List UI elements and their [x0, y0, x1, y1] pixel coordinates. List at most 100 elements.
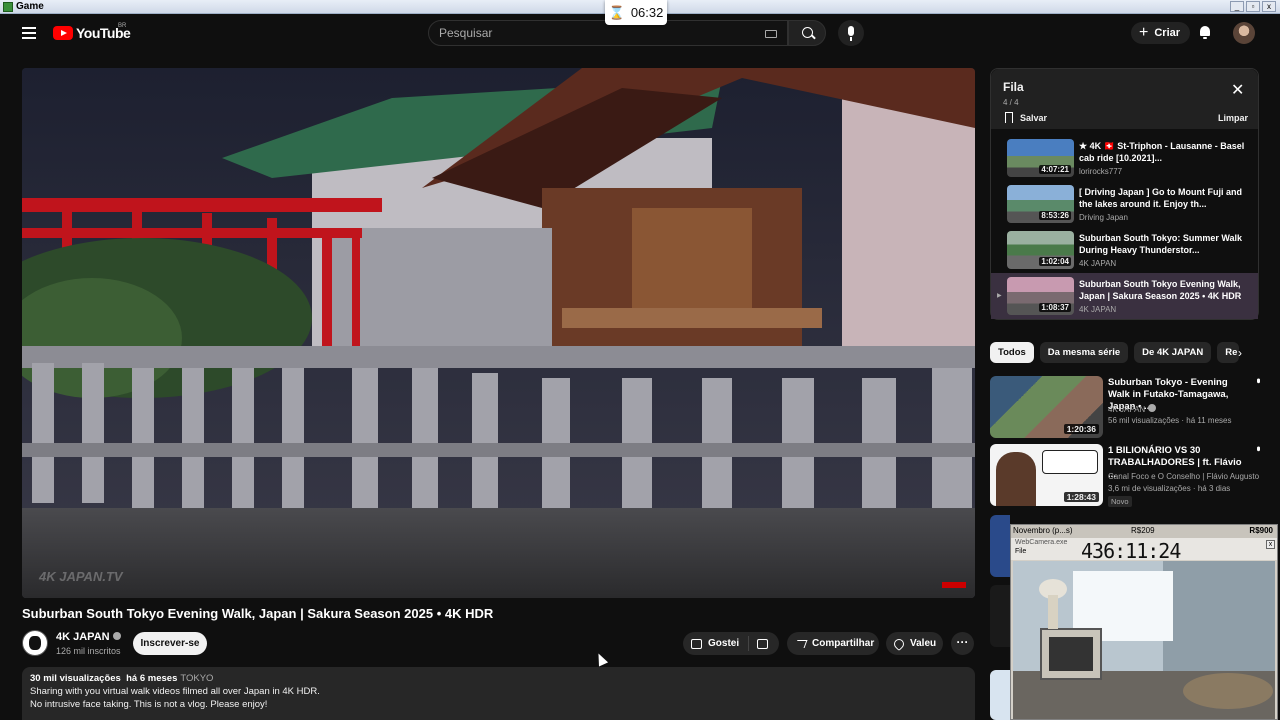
video-duration: 1:20:36	[1063, 424, 1099, 434]
now-playing-icon: ▶	[997, 293, 1002, 299]
queue-title: Fila	[1003, 80, 1024, 94]
close-queue-icon[interactable]: ✕	[1231, 83, 1244, 99]
more-options-icon[interactable]: •••	[1252, 446, 1264, 449]
queue-panel: Fila 4 / 4 ✕ Salvar Limpar 4:07:21 ★ 4K …	[990, 68, 1259, 320]
share-label: Compartilhar	[812, 638, 875, 649]
recommendation-channel: Canal Foco e O Conselho | Flávio Augusto	[1108, 472, 1260, 481]
recommendation-item[interactable]: 1:20:36 Suburban Tokyo - Evening Walk in…	[990, 376, 1265, 438]
partial-thumbnail	[990, 515, 1010, 577]
window-controls: _ ▫ x	[1230, 1, 1276, 12]
queue-item-channel: 4K JAPAN	[1079, 305, 1117, 314]
webcam-overlay-window[interactable]: Novembro (p...s) R$209 R$900 WebCamera.e…	[1010, 524, 1278, 720]
queue-item[interactable]: 1:02:04 Suburban South Tokyo: Summer Wal…	[991, 227, 1258, 273]
webcam-price: R$209	[1131, 526, 1155, 535]
verified-icon	[112, 632, 121, 640]
description-line-2: No intrusive face taking. This is not a …	[30, 699, 268, 710]
new-badge: Novo	[1108, 496, 1132, 507]
plus-icon: +	[1139, 24, 1149, 41]
more-actions-button[interactable]: ···	[951, 632, 974, 655]
subscriber-count: 126 mil inscritos	[56, 646, 121, 656]
minimize-button[interactable]: _	[1230, 1, 1244, 12]
queue-header: Fila 4 / 4 ✕ Salvar Limpar	[991, 69, 1258, 129]
video-duration: 1:28:43	[1063, 492, 1099, 502]
webcam-toolbar: WebCamera.exe File 436:11:24 x	[1011, 538, 1277, 563]
recommendation-item[interactable]: 1:28:43 1 BILIONÁRIO VS 30 TRABALHADORES…	[990, 444, 1265, 507]
queue-item[interactable]: 8:53:26 [ Driving Japan ] Go to Mount Fu…	[991, 181, 1258, 227]
close-window-button[interactable]: x	[1262, 1, 1276, 12]
queue-item-title: [ Driving Japan ] Go to Mount Fuji and t…	[1079, 187, 1242, 209]
channel-avatar[interactable]	[22, 630, 48, 656]
person-figure	[996, 452, 1036, 506]
user-avatar[interactable]	[1233, 22, 1255, 44]
video-player[interactable]: 4K JAPAN.TV	[22, 68, 975, 598]
clear-queue-button[interactable]: Limpar	[1218, 113, 1248, 123]
queue-duration: 8:53:26	[1039, 211, 1071, 220]
webcam-close-icon[interactable]: x	[1266, 540, 1275, 549]
mouse-cursor-icon	[593, 651, 609, 667]
webcam-file-menu[interactable]: File	[1015, 548, 1026, 555]
description-line-1: Sharing with you virtual walk videos fil…	[30, 686, 320, 697]
channel-name[interactable]: 4K JAPAN	[56, 631, 121, 643]
chip-same-series[interactable]: Da mesma série	[1039, 342, 1129, 363]
thumbs-down-icon	[757, 638, 768, 649]
queue-item-title: ★ 4K 🇨🇭 St-Triphon - Lausanne - Basel ca…	[1079, 141, 1245, 163]
thanks-button[interactable]: Valeu	[886, 632, 943, 655]
maximize-button[interactable]: ▫	[1246, 1, 1260, 12]
bookmark-icon	[1005, 112, 1013, 123]
subscribe-overlay-chip[interactable]	[942, 582, 966, 588]
hidden-recommendations-edge	[990, 515, 1010, 720]
webcam-header: Novembro (p...s) R$209 R$900	[1011, 525, 1277, 538]
queue-item-channel: Driving Japan	[1079, 213, 1128, 222]
search-input[interactable]	[439, 26, 739, 40]
webcam-room-scene	[1013, 561, 1275, 719]
recommendation-channel: 4K JAPAN	[1108, 404, 1157, 414]
filter-chips: Todos Da mesma série De 4K JAPAN Re	[990, 342, 1240, 364]
queue-position: 4 / 4	[1003, 98, 1019, 107]
partial-thumbnail	[990, 585, 1010, 647]
region-code: BR	[118, 23, 127, 29]
recommendation-thumbnail: 1:20:36	[990, 376, 1103, 438]
webcam-month: Novembro (p...s)	[1013, 526, 1073, 535]
dislike-button[interactable]	[749, 638, 768, 649]
more-options-icon[interactable]: •••	[1252, 378, 1264, 381]
chip-related[interactable]: Re	[1217, 342, 1240, 363]
timer-value: 06:32	[630, 5, 664, 20]
queue-item-title: Suburban South Tokyo: Summer Walk During…	[1079, 233, 1243, 255]
microphone-icon[interactable]	[838, 20, 864, 46]
like-label: Gostei	[708, 638, 740, 649]
queue-duration: 4:07:21	[1039, 165, 1071, 174]
chip-from-channel[interactable]: De 4K JAPAN	[1134, 342, 1212, 363]
app-icon	[3, 2, 13, 12]
like-button[interactable]: Gostei	[683, 636, 749, 651]
recommendation-views: 56 mil visualizações · há 11 meses	[1108, 416, 1232, 425]
save-label: Salvar	[1020, 112, 1048, 123]
hourglass-icon: ⌛	[608, 4, 625, 20]
subscribe-button[interactable]: Inscrever-se	[133, 632, 207, 655]
chevron-right-icon[interactable]: ›	[1238, 346, 1242, 360]
notifications-bell-icon[interactable]	[1199, 26, 1211, 39]
window-title: Game	[16, 1, 44, 12]
search-button[interactable]	[788, 20, 826, 46]
super-thanks-icon	[891, 636, 907, 651]
menu-icon[interactable]	[22, 27, 36, 39]
share-button[interactable]: Compartilhar	[787, 632, 879, 655]
upload-date: há 6 meses	[126, 673, 178, 684]
queue-item[interactable]: 4:07:21 ★ 4K 🇨🇭 St-Triphon - Lausanne - …	[991, 135, 1258, 181]
hashtag-link[interactable]: TOKYO	[180, 673, 213, 684]
description-box[interactable]: 30 mil visualizações há 6 meses TOKYO Sha…	[22, 667, 975, 720]
view-count: 30 mil visualizações	[30, 673, 121, 684]
save-queue-button[interactable]: Salvar	[1005, 112, 1047, 123]
queue-item-channel: lorirocks777	[1079, 167, 1123, 176]
timer-badge: ⌛ 06:32	[605, 0, 667, 25]
queue-thumbnail: 1:02:04	[1007, 231, 1074, 269]
partial-thumbnail	[990, 670, 1010, 720]
chip-all[interactable]: Todos	[990, 342, 1034, 363]
keyboard-icon[interactable]	[765, 30, 777, 38]
video-title: Suburban South Tokyo Evening Walk, Japan…	[22, 606, 494, 621]
queue-duration: 1:02:04	[1039, 257, 1071, 266]
queue-item-now-playing[interactable]: ▶ 1:08:37 Suburban South Tokyo Evening W…	[991, 273, 1258, 319]
webcam-clock: 436:11:24	[1081, 539, 1181, 563]
play-logo-icon	[53, 26, 73, 40]
queue-duration: 1:08:37	[1039, 303, 1071, 312]
create-button[interactable]: + Criar	[1131, 22, 1191, 44]
